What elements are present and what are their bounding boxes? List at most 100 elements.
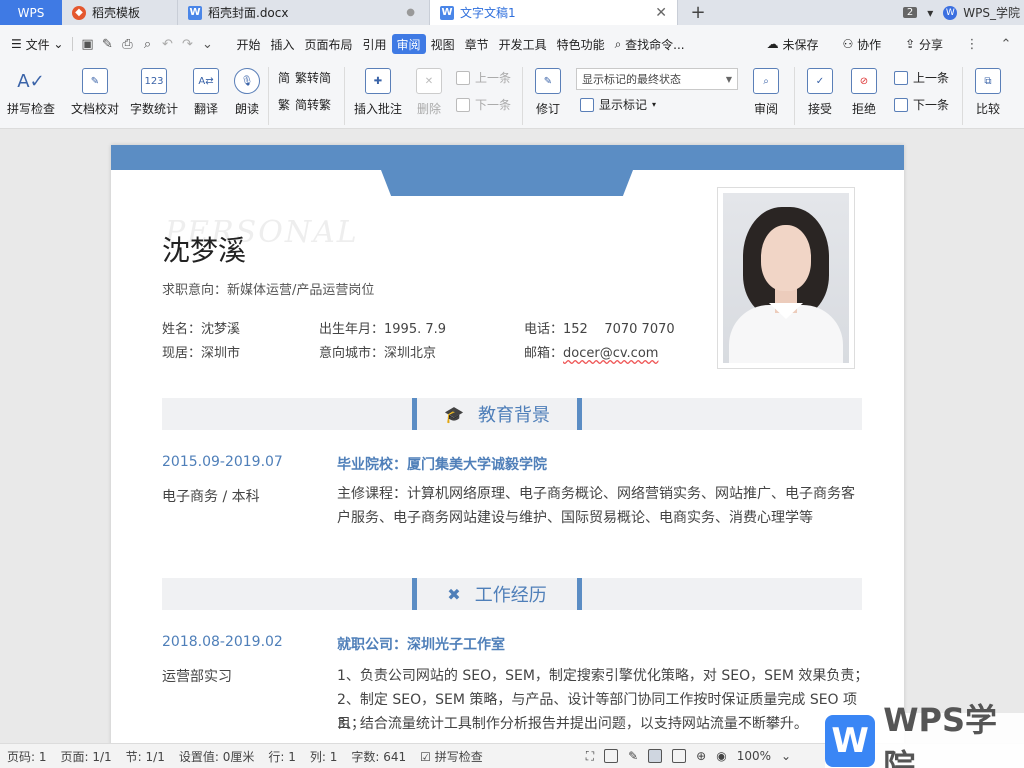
status-row[interactable]: 行: 1 — [261, 748, 303, 765]
wordcount-label: 字数统计 — [129, 102, 178, 116]
track-changes-button[interactable]: ✎ 修订 — [530, 68, 566, 117]
tab-review[interactable]: 审阅 — [391, 34, 426, 54]
compare-label: 比较 — [975, 102, 1000, 116]
collaborate-button[interactable]: ⚇ 协作 — [838, 34, 887, 54]
tab-docx-file[interactable]: W 稻壳封面.docx ● — [178, 0, 430, 25]
user-add-icon: ⚇ — [842, 37, 858, 51]
next-comment-button[interactable]: 下一条 — [456, 96, 511, 113]
insert-comment-button[interactable]: ✚ 插入批注 — [352, 68, 404, 117]
status-setting[interactable]: 设置值: 0厘米 — [172, 748, 262, 765]
comment-icon: ✚ — [365, 68, 391, 94]
print-icon[interactable]: ⎙ — [117, 34, 137, 54]
word-count-button[interactable]: 123 字数统计 — [128, 68, 180, 117]
read-mode-icon[interactable] — [604, 749, 619, 763]
reject-button[interactable]: ⊘ 拒绝 — [846, 68, 882, 117]
format-painter-icon[interactable]: ✎ — [97, 34, 117, 54]
wps-logo-text: WPS学院 — [883, 700, 998, 768]
quick-access-dropdown-icon[interactable]: ⌄ — [197, 34, 217, 54]
translate-button[interactable]: A⇄ 翻译 — [186, 68, 226, 117]
translate-icon: A⇄ — [193, 68, 219, 94]
tab-view[interactable]: 视图 — [426, 34, 460, 54]
file-label: 文件 — [25, 37, 50, 52]
read-aloud-button[interactable]: 🎙 朗读 — [232, 68, 262, 117]
prev-change-button[interactable]: 上一条 — [894, 69, 949, 86]
status-word-count[interactable]: 字数: 641 — [344, 748, 413, 765]
graduation-cap-icon: 🎓 — [444, 404, 464, 424]
tab-docer-templates[interactable]: ◆ 稻壳模板 — [62, 0, 178, 25]
tab-insert[interactable]: 插入 — [266, 34, 300, 54]
next-change-icon — [894, 97, 908, 112]
unsaved-dot-icon: ● — [406, 7, 415, 18]
show-markup-button[interactable]: 显示标记 ▾ — [580, 96, 656, 113]
next-change-button[interactable]: 下一条 — [894, 96, 949, 113]
status-pages[interactable]: 页面: 1/1 — [54, 748, 119, 765]
save-icon[interactable]: ▣ — [77, 34, 97, 54]
unsaved-button[interactable]: ☁ 未保存 — [762, 34, 824, 54]
profile-photo[interactable] — [717, 187, 855, 369]
window-count-badge[interactable]: 2 — [902, 7, 918, 18]
wps-home-tab[interactable]: WPS — [0, 0, 62, 25]
web-view-icon[interactable]: ⊕ — [696, 749, 706, 763]
header-band — [111, 145, 904, 170]
wps-school-icon: W — [943, 5, 958, 20]
undo-icon[interactable]: ↶ — [157, 34, 177, 54]
word-doc-icon: W — [440, 5, 454, 20]
trad-simp-icon: 简 — [278, 71, 291, 85]
share-button[interactable]: ⇪ 分享 — [900, 34, 948, 54]
window-switch-icon[interactable]: ▾ — [927, 6, 933, 20]
tab-page-layout[interactable]: 页面布局 — [300, 34, 358, 54]
education-degree: 电子商务 / 本科 — [162, 489, 260, 505]
print-preview-icon[interactable]: ⌕ — [137, 34, 157, 54]
more-options-icon[interactable]: ⋮ — [962, 34, 982, 54]
simp-label: 简转繁 — [295, 98, 332, 112]
file-menu[interactable]: ☰ 文件 ⌄ — [6, 34, 68, 54]
pen-icon[interactable]: ✎ — [628, 749, 638, 763]
status-col[interactable]: 列: 1 — [303, 748, 345, 765]
eye-protect-icon[interactable]: ◉ — [716, 749, 726, 763]
markup-mode-select[interactable]: 显示标记的最终状态 ▼ — [576, 68, 738, 90]
trad-to-simp-button[interactable]: 简繁转简 — [278, 69, 331, 86]
tab-home[interactable]: 开始 — [231, 34, 265, 54]
prev-comment-label: 上一条 — [475, 71, 512, 85]
prev-change-icon — [894, 70, 908, 85]
status-spell-check[interactable]: ☑ 拼写检查 — [413, 748, 490, 765]
tab-chapter[interactable]: 章节 — [460, 34, 494, 54]
delete-comment-button[interactable]: ✕ 删除 — [410, 68, 448, 117]
divider — [268, 67, 269, 125]
tab-features[interactable]: 特色功能 — [552, 34, 610, 54]
command-search[interactable]: ⌕ 查找命令... — [610, 34, 690, 54]
resume-name: 沈梦溪 — [162, 234, 247, 267]
collapse-ribbon-icon[interactable]: ⌃ — [996, 34, 1016, 54]
zoom-level[interactable]: 100% — [737, 749, 771, 763]
search-icon: ⌕ — [614, 36, 626, 51]
simp-trad-icon: 繁 — [278, 98, 291, 112]
email-value: docer@cv.com — [563, 346, 659, 361]
review-pane-button[interactable]: ⌕ 审阅 — [746, 68, 786, 117]
education-date: 2015.09-2019.07 — [162, 454, 283, 470]
prev-comment-button[interactable]: 上一条 — [456, 69, 511, 86]
compare-button[interactable]: ⧉ 比较 — [970, 68, 1006, 117]
review-pane-icon: ⌕ — [753, 68, 779, 94]
status-section[interactable]: 节: 1/1 — [119, 748, 172, 765]
fullscreen-icon[interactable]: ⛶ — [586, 749, 594, 764]
page-view-icon[interactable] — [648, 749, 663, 763]
document-canvas[interactable]: PERSONAL 沈梦溪 求职意向：新媒体运营/产品运营岗位 姓名：沈梦溪 现居… — [0, 129, 1024, 743]
proofread-button[interactable]: ✎ 文档校对 — [70, 68, 120, 117]
status-page-code[interactable]: 页码: 1 — [0, 748, 54, 765]
info-phone: 电话：152 7070 7070 — [524, 322, 675, 337]
info-email: 邮箱：docer@cv.com — [524, 342, 658, 361]
outline-view-icon[interactable] — [672, 749, 687, 763]
chevron-down-icon[interactable]: ⌄ — [781, 749, 791, 763]
tools-icon: ✖ — [447, 584, 461, 604]
spell-check-button[interactable]: A✓ 拼写检查 — [2, 68, 60, 117]
tab-developer[interactable]: 开发工具 — [494, 34, 552, 54]
tab-current-document[interactable]: W 文字文稿1 ✕ — [430, 0, 678, 25]
redo-icon[interactable]: ↷ — [177, 34, 197, 54]
accept-button[interactable]: ✓ 接受 — [802, 68, 838, 117]
resume-page[interactable]: PERSONAL 沈梦溪 求职意向：新媒体运营/产品运营岗位 姓名：沈梦溪 现居… — [111, 145, 904, 743]
new-tab-button[interactable]: + — [678, 0, 718, 25]
simp-to-trad-button[interactable]: 繁简转繁 — [278, 96, 331, 113]
close-tab-icon[interactable]: ✕ — [655, 5, 667, 21]
tab-references[interactable]: 引用 — [358, 34, 392, 54]
wps-school-account[interactable]: W WPS_学院 — [943, 4, 1020, 21]
